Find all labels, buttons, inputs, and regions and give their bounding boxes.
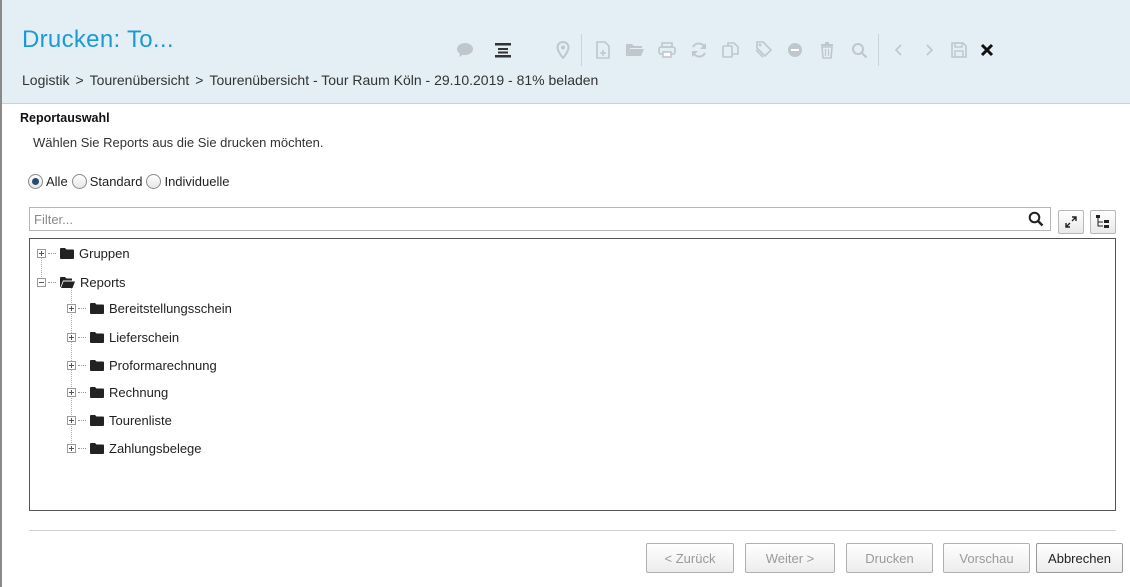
trash-icon[interactable]: [816, 38, 838, 62]
folder-icon: [90, 386, 104, 398]
pin-icon[interactable]: [552, 38, 574, 62]
save-icon[interactable]: [948, 38, 970, 62]
chevron-right-icon[interactable]: [918, 38, 940, 62]
tree-node-report[interactable]: Zahlungsbelege: [67, 438, 202, 458]
expand-toggle[interactable]: [67, 360, 76, 370]
next-button[interactable]: Weiter >: [745, 543, 835, 573]
tree-node-report[interactable]: Rechnung: [67, 382, 168, 402]
breadcrumb-separator: >: [75, 72, 84, 88]
section-subtitle: Wählen Sie Reports aus die Sie drucken m…: [33, 135, 324, 150]
footer-divider: [29, 530, 1116, 531]
folder-icon: [60, 247, 74, 259]
tree-node-report[interactable]: Lieferschein: [67, 327, 179, 347]
breadcrumb-item-tourenuebersicht[interactable]: Tourenübersicht: [90, 72, 190, 88]
section-title: Reportauswahl: [20, 111, 110, 125]
radio-button[interactable]: [146, 174, 162, 189]
open-folder-icon[interactable]: [624, 38, 646, 62]
minus-circle-icon[interactable]: [784, 38, 806, 62]
preview-button[interactable]: Vorschau: [943, 543, 1030, 573]
folder-icon: [90, 414, 104, 426]
folder-icon: [90, 359, 104, 371]
open-folder-icon: [60, 276, 75, 288]
radio-button[interactable]: [71, 174, 87, 189]
radio-button-checked[interactable]: [28, 174, 43, 189]
print-icon[interactable]: [656, 38, 678, 62]
expand-toggle[interactable]: [67, 303, 76, 313]
new-document-icon[interactable]: [592, 38, 614, 62]
tree-node-report[interactable]: Tourenliste: [67, 410, 172, 430]
tree-node-report[interactable]: Bereitstellungsschein: [67, 298, 232, 318]
filter-box: [29, 207, 1051, 231]
expand-toggle[interactable]: [67, 387, 76, 397]
dialog-header: Drucken: To... Logistik > Tourenübersicht >…: [2, 0, 1130, 104]
report-type-radio-group: Alle Standard Individuelle: [28, 174, 234, 189]
expand-toggle[interactable]: [37, 248, 46, 258]
breadcrumb: Logistik > Tourenübersicht > Tourenübersicht…: [22, 72, 598, 88]
tree-node-gruppen[interactable]: Gruppen: [37, 243, 130, 263]
tree-structure-button[interactable]: [1090, 210, 1116, 234]
list-icon[interactable]: [492, 38, 514, 62]
radio-alle[interactable]: Alle: [28, 174, 68, 189]
folder-icon: [90, 302, 104, 314]
tree-node-label: Rechnung: [109, 384, 169, 400]
tree-node-label: Lieferschein: [109, 329, 180, 345]
radio-individuelle[interactable]: Individuelle: [146, 174, 230, 189]
toolbar-separator: [878, 34, 879, 66]
expand-toggle[interactable]: [67, 415, 76, 425]
radio-label: Individuelle: [164, 174, 230, 189]
tree-node-label: Zahlungsbelege: [109, 440, 202, 456]
tree-node-label: Gruppen: [79, 245, 130, 261]
page-title: Drucken: To...: [22, 26, 174, 53]
tree-node-label: Reports: [80, 274, 126, 290]
toolbar: [452, 34, 1122, 66]
back-button[interactable]: < Zurück: [646, 543, 734, 573]
filter-input[interactable]: [30, 208, 994, 230]
expand-toggle[interactable]: [67, 443, 76, 453]
tree-node-label: Tourenliste: [109, 412, 172, 428]
expand-toggle[interactable]: [67, 332, 76, 342]
search-icon[interactable]: [1028, 211, 1044, 231]
tree-node-report[interactable]: Proformarechnung: [67, 355, 217, 375]
close-icon[interactable]: [976, 38, 998, 62]
folder-icon: [90, 442, 104, 454]
breadcrumb-separator: >: [195, 72, 204, 88]
cancel-button[interactable]: Abbrechen: [1036, 543, 1123, 573]
comment-icon[interactable]: [454, 38, 476, 62]
breadcrumb-item-logistik[interactable]: Logistik: [22, 72, 69, 88]
tag-icon[interactable]: [752, 38, 774, 62]
report-tree: Gruppen Reports Bereitstellungsschein Li…: [29, 238, 1116, 511]
breadcrumb-item-current: Tourenübersicht - Tour Raum Köln - 29.10…: [209, 72, 599, 88]
print-button[interactable]: Drucken: [846, 543, 933, 573]
refresh-icon[interactable]: [688, 38, 710, 62]
tree-node-reports[interactable]: Reports: [37, 272, 126, 292]
expand-all-button[interactable]: [1058, 210, 1084, 234]
radio-standard[interactable]: Standard: [71, 174, 143, 189]
radio-label: Standard: [89, 174, 143, 189]
toolbar-separator: [581, 34, 582, 66]
tree-node-label: Proformarechnung: [109, 357, 217, 373]
folder-icon: [90, 331, 104, 343]
chevron-left-icon[interactable]: [888, 38, 910, 62]
tree-structure-icon: [1096, 213, 1110, 232]
search-icon[interactable]: [848, 38, 870, 62]
copy-icon[interactable]: [720, 38, 742, 62]
expand-icon: [1065, 213, 1077, 232]
collapse-toggle[interactable]: [37, 277, 46, 287]
radio-label: Alle: [46, 174, 68, 189]
tree-node-label: Bereitstellungsschein: [109, 300, 232, 316]
